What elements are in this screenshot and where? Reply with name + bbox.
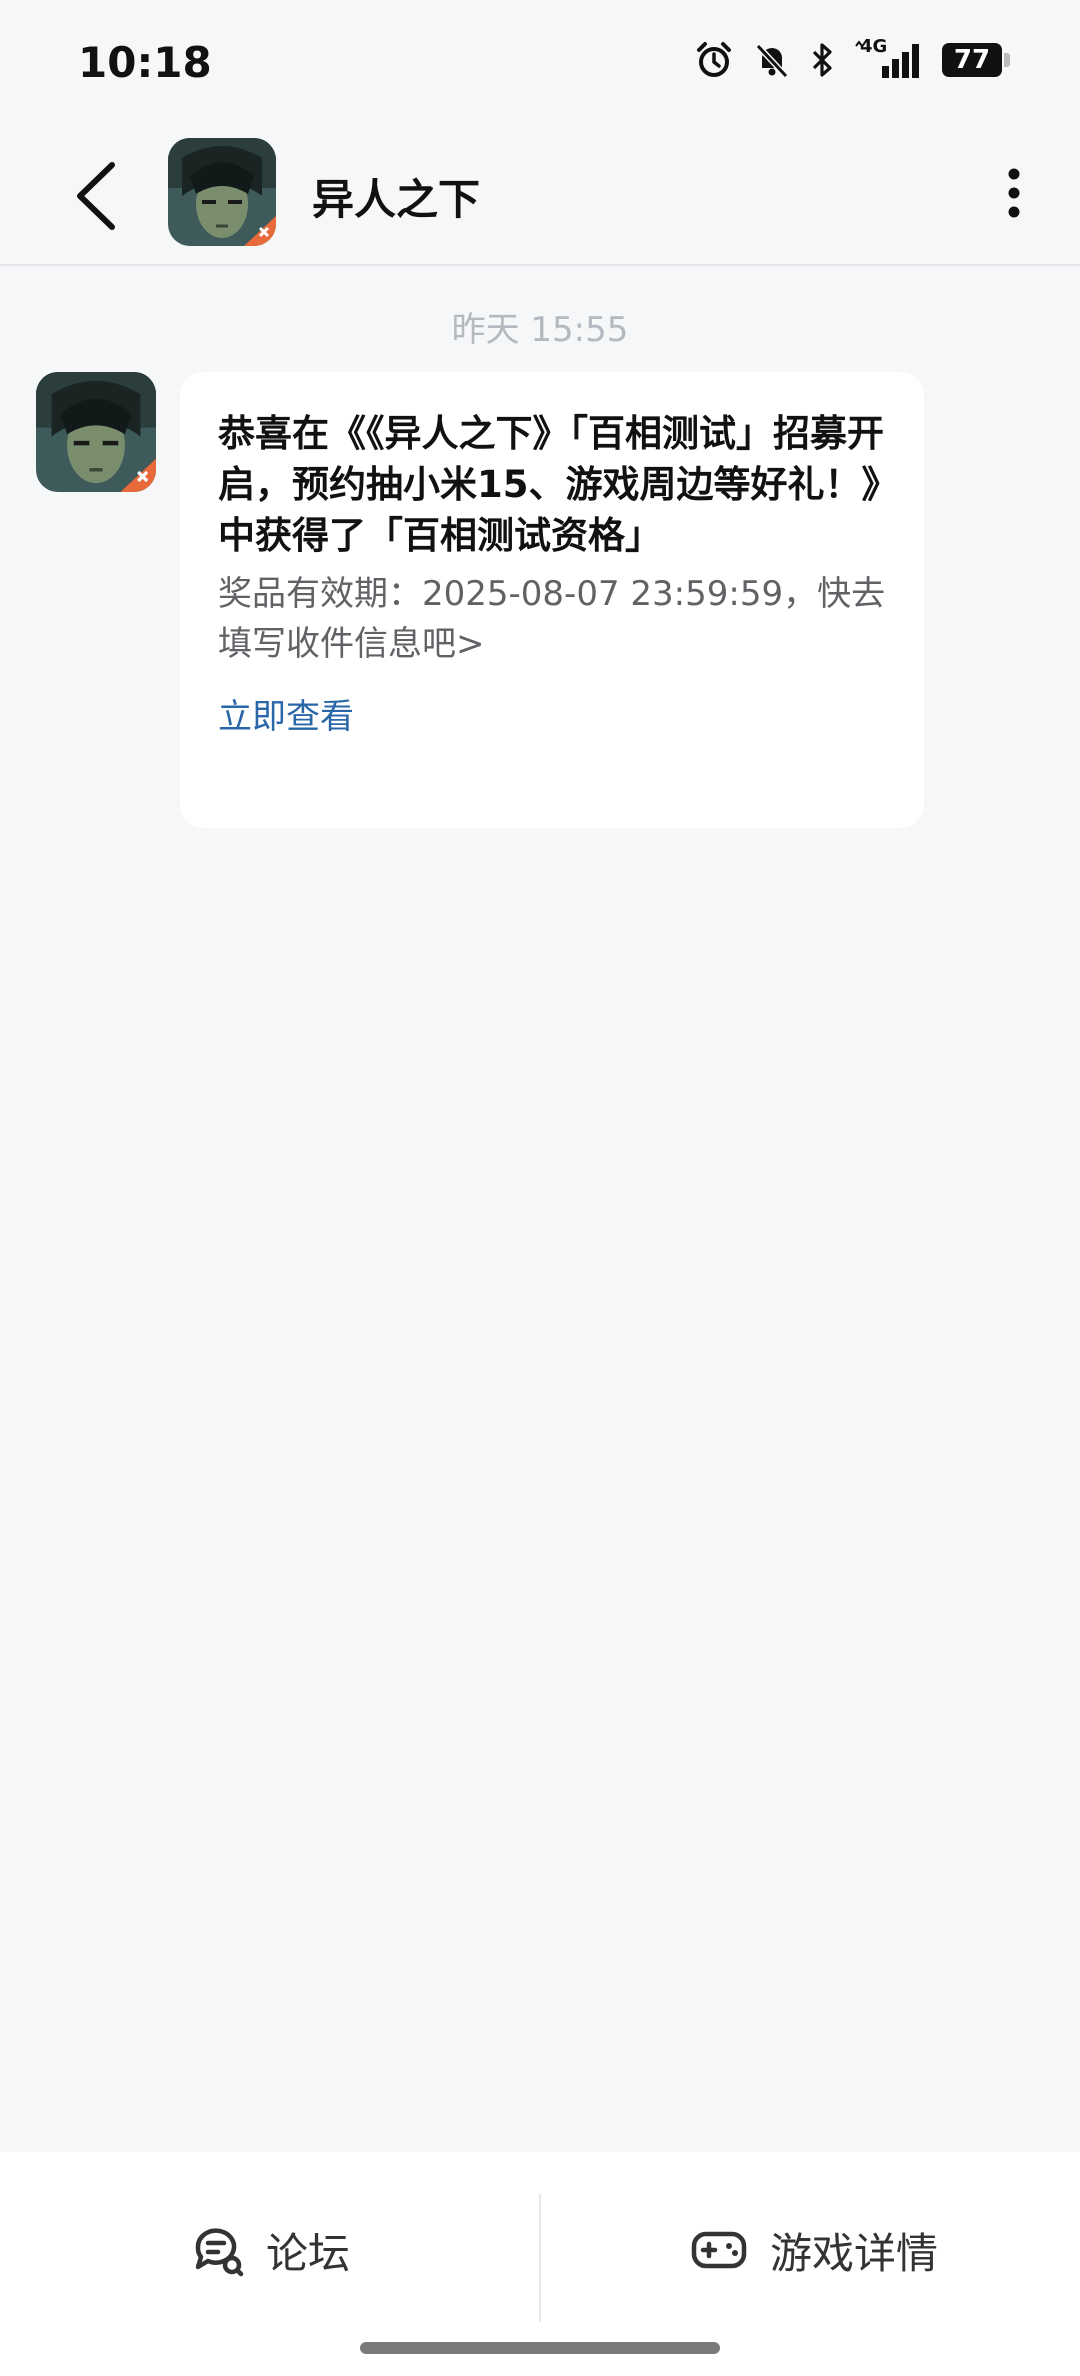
status-bar: 10:18 4G 77 [0, 0, 1080, 128]
home-indicator[interactable] [360, 2342, 720, 2354]
game-avatar-image [168, 138, 276, 246]
forum-button[interactable]: 论坛 [190, 2196, 350, 2304]
signal-bars-icon [855, 40, 919, 78]
back-button[interactable] [56, 152, 136, 240]
game-detail-label: 游戏详情 [770, 2228, 939, 2278]
back-arrow-icon [77, 162, 115, 230]
header-game-avatar[interactable] [168, 138, 276, 246]
gamepad-icon [691, 2231, 747, 2269]
bottom-divider [539, 2194, 541, 2322]
message-timestamp: 昨天 15:55 [451, 310, 629, 350]
forum-chat-icon [195, 2228, 244, 2277]
chat-header: 异人之下 [0, 128, 1080, 266]
more-vertical-icon [1008, 168, 1020, 218]
game-avatar-image [36, 372, 156, 492]
battery-tip [1004, 53, 1010, 67]
battery-indicator: 77 [942, 43, 1010, 77]
message-title: 恭喜在《《异人之下》「百相测试」招募开启，预约抽小米15、游戏周边等好礼！》中获… [218, 412, 884, 557]
alarm-icon [697, 42, 731, 77]
bell-muted-icon [755, 43, 789, 79]
forum-label: 论坛 [266, 2228, 351, 2278]
game-detail-button[interactable]: 游戏详情 [690, 2196, 938, 2304]
message-sender-avatar[interactable] [36, 372, 156, 492]
bluetooth-icon [812, 43, 832, 77]
message-description: 奖品有效期：2025-08-07 23:59:59，快去填写收件信息吧> [218, 574, 886, 664]
page-title: 异人之下 [312, 175, 481, 224]
status-time: 10:18 [78, 38, 212, 87]
battery-level: 77 [942, 43, 1002, 77]
view-now-link[interactable]: 立即查看 [218, 689, 354, 738]
message-card[interactable]: 恭喜在《《异人之下》「百相测试」招募开启，预约抽小米15、游戏周边等好礼！》中获… [180, 372, 924, 828]
cellular-signal: 4G [854, 36, 924, 80]
more-options-button[interactable] [984, 148, 1044, 238]
status-icons: 4G 77 [694, 36, 1010, 80]
